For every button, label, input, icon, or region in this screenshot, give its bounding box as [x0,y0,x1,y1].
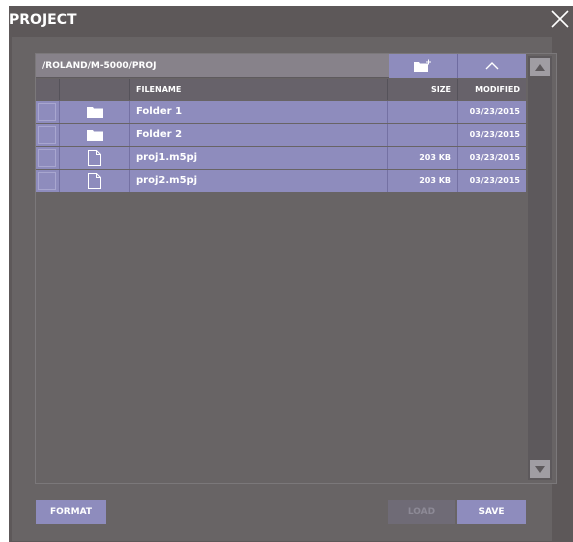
scroll-up-button[interactable] [530,58,550,76]
new-folder-button[interactable] [389,54,458,78]
parent-folder-button[interactable] [458,54,526,78]
row-checkbox[interactable] [38,126,56,144]
format-button[interactable]: FORMAT [36,500,106,524]
file-modified: 03/23/2015 [469,176,520,185]
file-icon [88,173,101,189]
header-checkbox-column [36,79,60,100]
file-row[interactable]: Folder 2 03/23/2015 [36,124,526,146]
header-modified[interactable]: MODIFIED [458,79,526,100]
path-bar: /ROLAND/M-5000/PROJ [36,54,389,78]
file-modified: 03/23/2015 [469,130,520,139]
file-size [388,101,458,123]
load-button[interactable]: LOAD [388,500,455,524]
header-filename[interactable]: FILENAME [130,79,388,100]
header-icon-column [60,79,130,100]
file-name: Folder 1 [130,101,388,123]
file-modified: 03/23/2015 [469,107,520,116]
file-name: proj1.m5pj [130,147,388,169]
triangle-up-icon [535,63,545,71]
row-checkbox[interactable] [38,103,56,121]
row-checkbox[interactable] [38,149,56,167]
file-icon [88,150,101,166]
file-name: proj2.m5pj [130,170,388,192]
file-modified: 03/23/2015 [469,153,520,162]
scrollbar[interactable] [528,56,552,480]
close-icon [551,10,569,28]
column-header-row: FILENAME SIZE MODIFIED [36,79,526,100]
project-window: PROJECT /ROLAND/M-5000/PROJ FILENAME SIZ… [9,6,573,542]
file-row[interactable]: proj2.m5pj 203 KB 03/23/2015 [36,170,526,192]
file-row[interactable]: Folder 1 03/23/2015 [36,101,526,123]
folder-icon [86,130,103,141]
folder-icon [86,107,103,118]
scroll-down-button[interactable] [530,460,550,478]
file-name: Folder 2 [130,124,388,146]
save-button[interactable]: SAVE [457,500,526,524]
chevron-up-icon [485,62,499,70]
new-folder-icon [414,59,431,72]
file-size [388,124,458,146]
row-checkbox[interactable] [38,172,56,190]
triangle-down-icon [535,465,545,473]
close-button[interactable] [547,6,573,32]
file-list: Folder 1 03/23/2015 Folder 2 03/23/2015 [36,101,526,193]
file-row[interactable]: proj1.m5pj 203 KB 03/23/2015 [36,147,526,169]
window-title: PROJECT [9,12,77,28]
header-size[interactable]: SIZE [388,79,458,100]
file-browser: /ROLAND/M-5000/PROJ FILENAME SIZE MODIFI… [35,53,557,484]
project-panel: /ROLAND/M-5000/PROJ FILENAME SIZE MODIFI… [12,37,557,541]
file-size: 203 KB [388,170,458,192]
file-size: 203 KB [388,147,458,169]
